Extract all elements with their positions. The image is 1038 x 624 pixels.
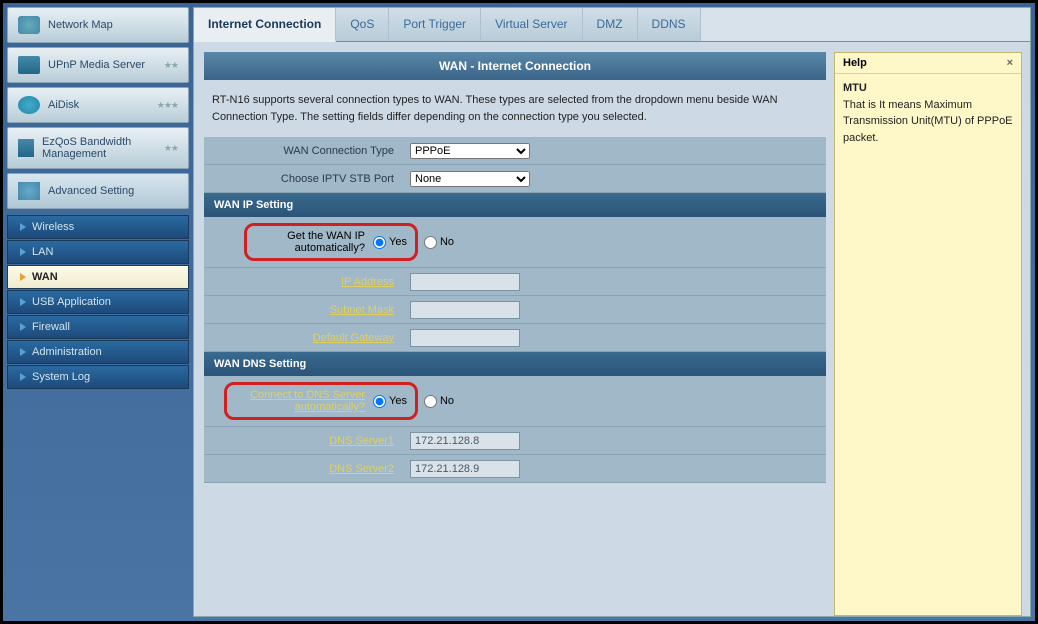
wan-ip-auto-label: Get the WAN IP automatically? bbox=[255, 230, 365, 254]
default-gateway-label[interactable]: Default Gateway bbox=[204, 328, 404, 348]
submenu-wan[interactable]: WAN bbox=[7, 265, 189, 289]
label: Advanced Setting bbox=[48, 185, 134, 197]
tab-internet-connection[interactable]: Internet Connection bbox=[194, 8, 336, 42]
tools-icon bbox=[18, 182, 40, 200]
radio-no[interactable] bbox=[424, 236, 437, 249]
page-description: RT-N16 supports several connection types… bbox=[204, 80, 826, 137]
iptv-port-select[interactable]: None bbox=[410, 171, 530, 187]
iptv-port-label: Choose IPTV STB Port bbox=[204, 169, 404, 189]
dns1-label[interactable]: DNS Server1 bbox=[204, 431, 404, 451]
help-close-button[interactable]: × bbox=[1007, 57, 1013, 69]
qos-icon bbox=[18, 139, 34, 157]
submenu-wireless[interactable]: Wireless bbox=[7, 215, 189, 239]
help-mtu-title: MTU bbox=[843, 82, 867, 94]
submenu-list: Wireless LAN WAN USB Application Firewal… bbox=[7, 215, 189, 389]
help-title: Help bbox=[843, 57, 867, 69]
content: WAN - Internet Connection RT-N16 support… bbox=[204, 52, 826, 616]
submenu-admin[interactable]: Administration bbox=[7, 340, 189, 364]
triangle-icon bbox=[20, 273, 26, 281]
sidebar-ezqos[interactable]: EzQoS Bandwidth Management ★★ bbox=[7, 127, 189, 169]
label: Network Map bbox=[48, 19, 113, 31]
tab-port-trigger[interactable]: Port Trigger bbox=[389, 8, 481, 41]
wan-conn-type-label: WAN Connection Type bbox=[204, 141, 404, 161]
triangle-icon bbox=[20, 373, 26, 381]
submenu-usb[interactable]: USB Application bbox=[7, 290, 189, 314]
triangle-icon bbox=[20, 298, 26, 306]
submenu-lan[interactable]: LAN bbox=[7, 240, 189, 264]
ip-address-label[interactable]: IP Address bbox=[204, 272, 404, 292]
submenu-syslog[interactable]: System Log bbox=[7, 365, 189, 389]
dns-auto-highlight: Connect to DNS Server automatically? Yes bbox=[224, 382, 418, 420]
triangle-icon bbox=[20, 348, 26, 356]
tab-ddns[interactable]: DDNS bbox=[638, 8, 701, 41]
wan-ip-header: WAN IP Setting bbox=[204, 193, 826, 217]
sidebar-upnp[interactable]: UPnP Media Server ★★ bbox=[7, 47, 189, 83]
sidebar-aidisk[interactable]: AiDisk ★★★ bbox=[7, 87, 189, 123]
basic-settings: WAN Connection Type PPPoE Choose IPTV ST… bbox=[204, 137, 826, 193]
help-body-text: That is It means Maximum Transmission Un… bbox=[843, 99, 1013, 144]
tab-qos[interactable]: QoS bbox=[336, 8, 389, 41]
sidebar-advanced[interactable]: Advanced Setting bbox=[7, 173, 189, 209]
stars-icon: ★★★ bbox=[157, 100, 178, 111]
triangle-icon bbox=[20, 223, 26, 231]
main-panel: Internet Connection QoS Port Trigger Vir… bbox=[193, 7, 1031, 617]
ip-address-input[interactable] bbox=[410, 273, 520, 291]
default-gateway-input[interactable] bbox=[410, 329, 520, 347]
stars-icon: ★★ bbox=[164, 143, 178, 154]
sidebar-network-map[interactable]: Network Map bbox=[7, 7, 189, 43]
dns-auto-no[interactable]: No bbox=[424, 395, 454, 408]
tab-dmz[interactable]: DMZ bbox=[583, 8, 638, 41]
subnet-mask-input[interactable] bbox=[410, 301, 520, 319]
submenu-firewall[interactable]: Firewall bbox=[7, 315, 189, 339]
label: EzQoS Bandwidth Management bbox=[42, 136, 156, 160]
page-title: WAN - Internet Connection bbox=[204, 52, 826, 80]
help-box: Help × MTU That is It means Maximum Tran… bbox=[834, 52, 1022, 616]
wan-ip-auto-no[interactable]: No bbox=[424, 236, 454, 249]
wan-conn-type-select[interactable]: PPPoE bbox=[410, 143, 530, 159]
tab-virtual-server[interactable]: Virtual Server bbox=[481, 8, 582, 41]
stars-icon: ★★ bbox=[164, 60, 178, 71]
triangle-icon bbox=[20, 248, 26, 256]
dns2-label[interactable]: DNS Server2 bbox=[204, 459, 404, 479]
dns2-input[interactable] bbox=[410, 460, 520, 478]
radio-no[interactable] bbox=[424, 395, 437, 408]
triangle-icon bbox=[20, 323, 26, 331]
radio-yes[interactable] bbox=[373, 395, 386, 408]
label: UPnP Media Server bbox=[48, 59, 145, 71]
sidebar: Network Map UPnP Media Server ★★ AiDisk … bbox=[7, 7, 189, 617]
radio-yes[interactable] bbox=[373, 236, 386, 249]
dns1-input[interactable] bbox=[410, 432, 520, 450]
wan-dns-header: WAN DNS Setting bbox=[204, 352, 826, 376]
tab-bar: Internet Connection QoS Port Trigger Vir… bbox=[194, 8, 1030, 42]
dns-auto-yes[interactable]: Yes bbox=[373, 395, 407, 408]
subnet-mask-label[interactable]: Subnet Mask bbox=[204, 300, 404, 320]
network-icon bbox=[18, 16, 40, 34]
wan-ip-auto-highlight: Get the WAN IP automatically? Yes bbox=[244, 223, 418, 261]
dns-auto-label[interactable]: Connect to DNS Server automatically? bbox=[235, 389, 365, 413]
wan-ip-auto-yes[interactable]: Yes bbox=[373, 236, 407, 249]
disk-icon bbox=[18, 96, 40, 114]
label: AiDisk bbox=[48, 99, 79, 111]
media-icon bbox=[18, 56, 40, 74]
